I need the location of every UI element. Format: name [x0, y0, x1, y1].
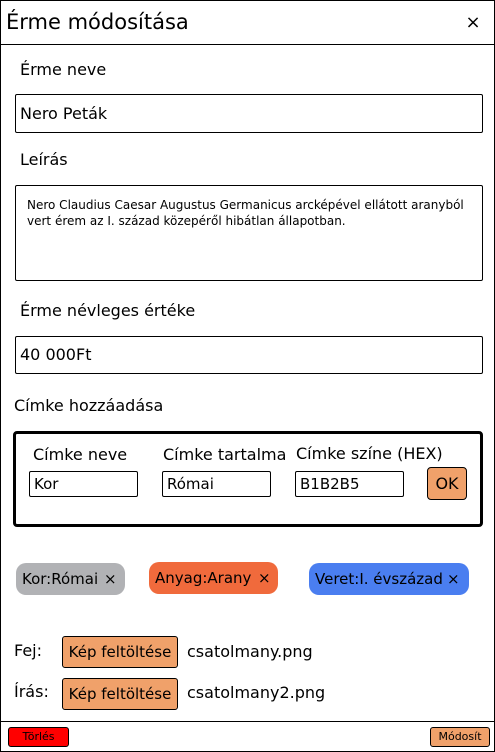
remove-tag-icon[interactable]: ×: [104, 563, 117, 595]
save-button[interactable]: Módosít: [430, 727, 490, 747]
delete-button[interactable]: Törlés: [8, 727, 69, 747]
remove-tag-icon[interactable]: ×: [447, 563, 460, 595]
tag-name-label: Címke neve: [33, 445, 128, 464]
face-value-input[interactable]: 40 000Ft: [15, 336, 483, 374]
front-upload-button[interactable]: Kép feltöltése: [62, 636, 178, 668]
tag-chip-veret: Veret:I. évszázad ×: [309, 563, 469, 595]
tag-name-input[interactable]: Kor: [29, 471, 138, 497]
tag-color-label: Címke színe (HEX): [296, 444, 443, 463]
description-textarea[interactable]: Nero Claudius Caesar Augustus Germanicus…: [15, 185, 483, 281]
tag-chip-text: Kor:Római: [22, 570, 99, 588]
dialog-footer: [1, 721, 494, 751]
close-icon[interactable]: ×: [463, 13, 483, 33]
tag-ok-button[interactable]: OK: [427, 467, 467, 500]
front-file-name: csatolmany.png: [187, 642, 313, 661]
tag-chip-kor: Kor:Római ×: [16, 563, 125, 595]
tag-color-value: B1B2B5: [300, 475, 360, 493]
tag-content-input[interactable]: Római: [162, 471, 271, 497]
tag-color-input[interactable]: B1B2B5: [295, 471, 404, 497]
tag-chip-text: Anyag:Arany: [155, 569, 252, 587]
back-file-name: csatolmany2.png: [187, 683, 326, 702]
face-value-value: 40 000Ft: [20, 345, 92, 364]
edit-coin-dialog: Érme módosítása × Érme neve Nero Peták L…: [0, 0, 495, 752]
back-upload-button[interactable]: Kép feltöltése: [62, 678, 178, 710]
face-value-label: Érme névleges értéke: [20, 301, 196, 320]
tag-chip-text: Veret:I. évszázad: [315, 570, 443, 588]
description-label: Leírás: [20, 150, 68, 169]
tag-content-label: Címke tartalma: [163, 445, 287, 464]
tag-add-section-label: Címke hozzáadása: [14, 396, 164, 415]
dialog-titlebar: Érme módosítása ×: [1, 1, 494, 45]
coin-name-value: Nero Peták: [20, 103, 108, 123]
back-image-label: Írás:: [14, 682, 49, 701]
coin-name-input[interactable]: Nero Peták: [15, 94, 483, 133]
tag-content-value: Római: [167, 475, 214, 493]
dialog-title: Érme módosítása: [6, 10, 189, 34]
tag-name-value: Kor: [34, 475, 59, 493]
front-image-label: Fej:: [14, 641, 43, 660]
remove-tag-icon[interactable]: ×: [258, 562, 271, 594]
coin-name-label: Érme neve: [20, 60, 107, 79]
tag-chip-anyag: Anyag:Arany ×: [149, 562, 278, 594]
